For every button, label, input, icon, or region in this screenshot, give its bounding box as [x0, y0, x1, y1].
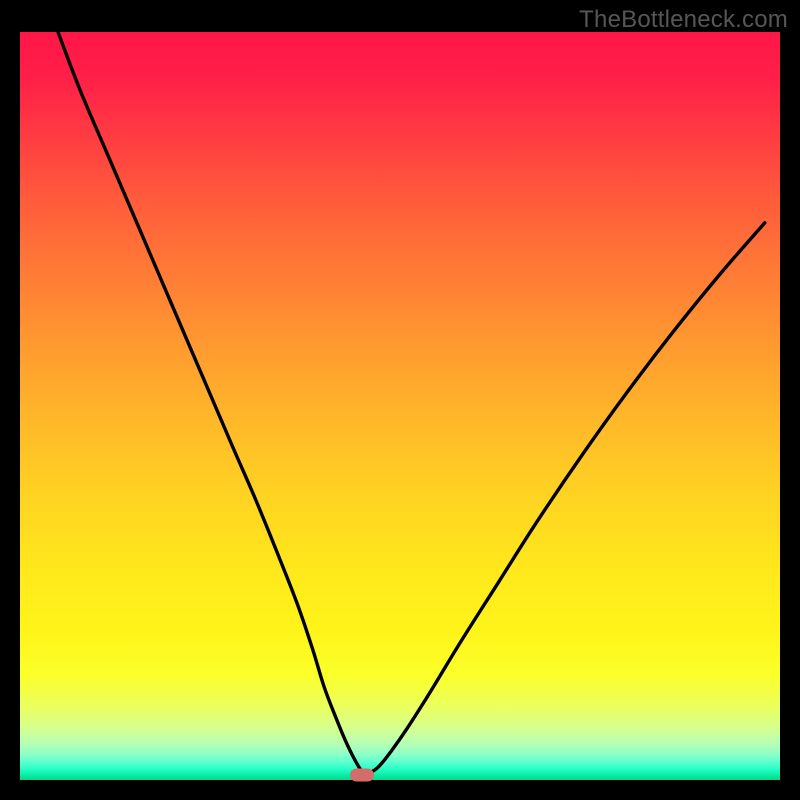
curve-svg — [20, 32, 780, 780]
watermark-text: TheBottleneck.com — [579, 6, 788, 34]
plot-area — [20, 32, 780, 780]
chart-frame: TheBottleneck.com — [0, 0, 800, 800]
bottleneck-curve — [58, 32, 765, 773]
minimum-marker — [350, 768, 374, 781]
